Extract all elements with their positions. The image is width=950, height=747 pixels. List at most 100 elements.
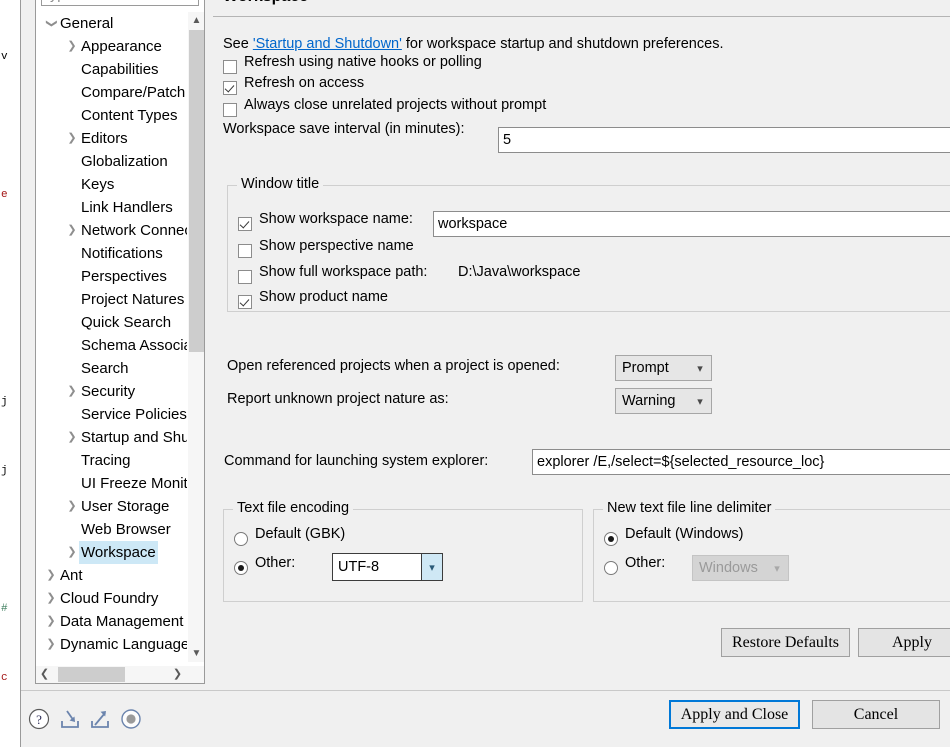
tree-horizontal-scrollbar[interactable]: ❮ ❯ [36, 666, 204, 683]
restore-defaults-button[interactable]: Restore Defaults [721, 628, 850, 657]
refresh-on-access-checkbox[interactable] [223, 81, 237, 95]
show-full-workspace-path-label: Show full workspace path: [259, 264, 428, 280]
sidebar-item-data-management[interactable]: ❯ Data Management [36, 610, 204, 633]
tree-vscroll-thumb[interactable] [189, 30, 204, 352]
chevron-right-icon[interactable]: ❯ [64, 426, 80, 449]
sidebar-item-user-storage[interactable]: ❯ User Storage [36, 495, 204, 518]
tree-vertical-scrollbar[interactable]: ▲ ▼ [187, 12, 204, 662]
sidebar-item-label: Web Browser [81, 521, 171, 538]
tree-hscroll-thumb[interactable] [58, 667, 125, 682]
chevron-right-icon[interactable]: ❯ [64, 380, 80, 403]
show-perspective-name-checkbox[interactable] [238, 244, 252, 258]
dialog-footer: ? Apply and Close Cancel [21, 691, 950, 747]
encoding-other-radio[interactable] [234, 561, 248, 575]
sidebar-item-content-types[interactable]: Content Types [36, 104, 204, 127]
chevron-down-icon[interactable]: ▾ [421, 553, 443, 581]
scrollbar-corner [187, 666, 204, 683]
show-workspace-name-checkbox[interactable] [238, 217, 252, 231]
show-full-workspace-path-checkbox[interactable] [238, 270, 252, 284]
record-icon[interactable] [118, 706, 144, 732]
chevron-right-icon[interactable]: ❯ [64, 541, 80, 564]
bg-code-line [0, 529, 20, 552]
startup-shutdown-link[interactable]: 'Startup and Shutdown' [253, 36, 402, 52]
help-icon[interactable]: ? [26, 706, 52, 732]
chevron-right-icon[interactable]: ❯ [43, 610, 59, 633]
preferences-dialog: type filter text ❯General❯AppearanceCapa… [20, 0, 950, 747]
sidebar-item-service-policies[interactable]: Service Policies [36, 403, 204, 426]
delimiter-default-radio[interactable] [604, 532, 618, 546]
sidebar-item-general[interactable]: ❯ General [36, 12, 204, 35]
delimiter-other-label: Other: [625, 555, 666, 571]
sidebar-item-cloud-foundry[interactable]: ❯ Cloud Foundry [36, 587, 204, 610]
chevron-down-icon: ▾ [697, 395, 703, 408]
sidebar-item-label: Editors [81, 130, 128, 147]
sidebar-item-dynamic-languages[interactable]: ❯ Dynamic Languages [36, 633, 204, 656]
scroll-up-icon[interactable]: ▲ [188, 12, 205, 29]
encoding-default-label: Default (GBK) [255, 526, 346, 542]
sidebar-item-ui-freeze-monitoring[interactable]: UI Freeze Monitoring [36, 472, 204, 495]
chevron-right-icon[interactable]: ❯ [64, 35, 80, 58]
open-referenced-projects-combo[interactable]: Prompt ▾ [615, 355, 712, 381]
scroll-down-icon[interactable]: ▼ [188, 645, 205, 662]
sidebar-item-editors[interactable]: ❯ Editors [36, 127, 204, 150]
sidebar-item-keys[interactable]: Keys [36, 173, 204, 196]
save-interval-input[interactable]: 5 [498, 127, 950, 153]
sidebar-item-schema-associations[interactable]: Schema Associations [36, 334, 204, 357]
chevron-right-icon[interactable]: ❯ [43, 587, 59, 610]
sidebar-item-globalization[interactable]: Globalization [36, 150, 204, 173]
sidebar-item-label: Startup and Shutdown [81, 429, 204, 446]
sidebar-item-capabilities[interactable]: Capabilities [36, 58, 204, 81]
sidebar-item-tracing[interactable]: Tracing [36, 449, 204, 472]
apply-button[interactable]: Apply [858, 628, 950, 657]
export-preferences-icon[interactable] [87, 706, 113, 732]
scroll-left-icon[interactable]: ❮ [36, 666, 53, 683]
preference-tree[interactable]: ❯ General ❯ Appearance Capabilities Compare/P… [36, 12, 205, 662]
chevron-right-icon[interactable]: ❯ [64, 219, 80, 242]
sidebar-item-ant[interactable]: ❯ Ant [36, 564, 204, 587]
encoding-default-radio[interactable] [234, 532, 248, 546]
chevron-right-icon[interactable]: ❯ [43, 564, 59, 587]
scroll-right-icon[interactable]: ❯ [169, 666, 186, 683]
sidebar-item-quick-search[interactable]: Quick Search [36, 311, 204, 334]
sidebar-item-appearance[interactable]: ❯ Appearance [36, 35, 204, 58]
chevron-right-icon[interactable]: ❯ [43, 633, 59, 656]
sidebar-item-label: Schema Associations [81, 337, 204, 354]
refresh-on-access-label: Refresh on access [244, 75, 365, 91]
import-preferences-icon[interactable] [57, 706, 83, 732]
chevron-right-icon[interactable]: ❯ [64, 127, 80, 150]
workspace-name-input[interactable]: workspace [433, 211, 950, 237]
report-project-nature-combo[interactable]: Warning ▾ [615, 388, 712, 414]
preference-page: Workspace See 'Startup and Shutdown' for… [213, 0, 950, 684]
sidebar-item-label: Service Policies [81, 406, 187, 423]
sidebar-item-link-handlers[interactable]: Link Handlers [36, 196, 204, 219]
bg-code-line: v [1, 51, 8, 63]
text-file-encoding-group-label: Text file encoding [233, 500, 354, 516]
sidebar-item-label: Network Connections [81, 222, 204, 239]
sidebar-item-compare-patch[interactable]: Compare/Patch [36, 81, 204, 104]
sidebar-item-network-connections[interactable]: ❯Network Connections [36, 219, 204, 242]
sidebar-item-perspectives[interactable]: Perspectives [36, 265, 204, 288]
sidebar-item-web-browser[interactable]: Web Browser [36, 518, 204, 541]
window-title-group: Window title Show workspace name: worksp… [227, 176, 950, 312]
sidebar-item-startup-and-shutdown[interactable]: ❯Startup and Shutdown [36, 426, 204, 449]
sidebar-item-project-natures[interactable]: Project Natures [36, 288, 204, 311]
apply-and-close-button[interactable]: Apply and Close [669, 700, 800, 729]
cancel-button[interactable]: Cancel [812, 700, 940, 729]
system-explorer-command-label: Command for launching system explorer: [224, 453, 489, 469]
sidebar-item-search[interactable]: Search [36, 357, 204, 380]
svg-text:?: ? [36, 712, 42, 727]
system-explorer-command-input[interactable]: explorer /E,/select=${selected_resource_… [532, 449, 950, 475]
encoding-other-combo[interactable]: UTF-8 ▾ [332, 553, 443, 581]
filter-input[interactable]: type filter text [41, 0, 199, 6]
window-title-group-label: Window title [237, 176, 324, 192]
sidebar-item-label: Notifications [81, 245, 163, 262]
close-unrelated-projects-checkbox[interactable] [223, 103, 237, 117]
sidebar-item-workspace[interactable]: ❯ Workspace [36, 541, 204, 564]
sidebar-item-security[interactable]: ❯ Security [36, 380, 204, 403]
chevron-right-icon[interactable]: ❯ [64, 495, 80, 518]
show-product-name-checkbox[interactable] [238, 295, 252, 309]
sidebar-item-notifications[interactable]: Notifications [36, 242, 204, 265]
encoding-other-value[interactable]: UTF-8 [332, 553, 421, 581]
refresh-native-hooks-checkbox[interactable] [223, 60, 237, 74]
delimiter-other-radio[interactable] [604, 561, 618, 575]
